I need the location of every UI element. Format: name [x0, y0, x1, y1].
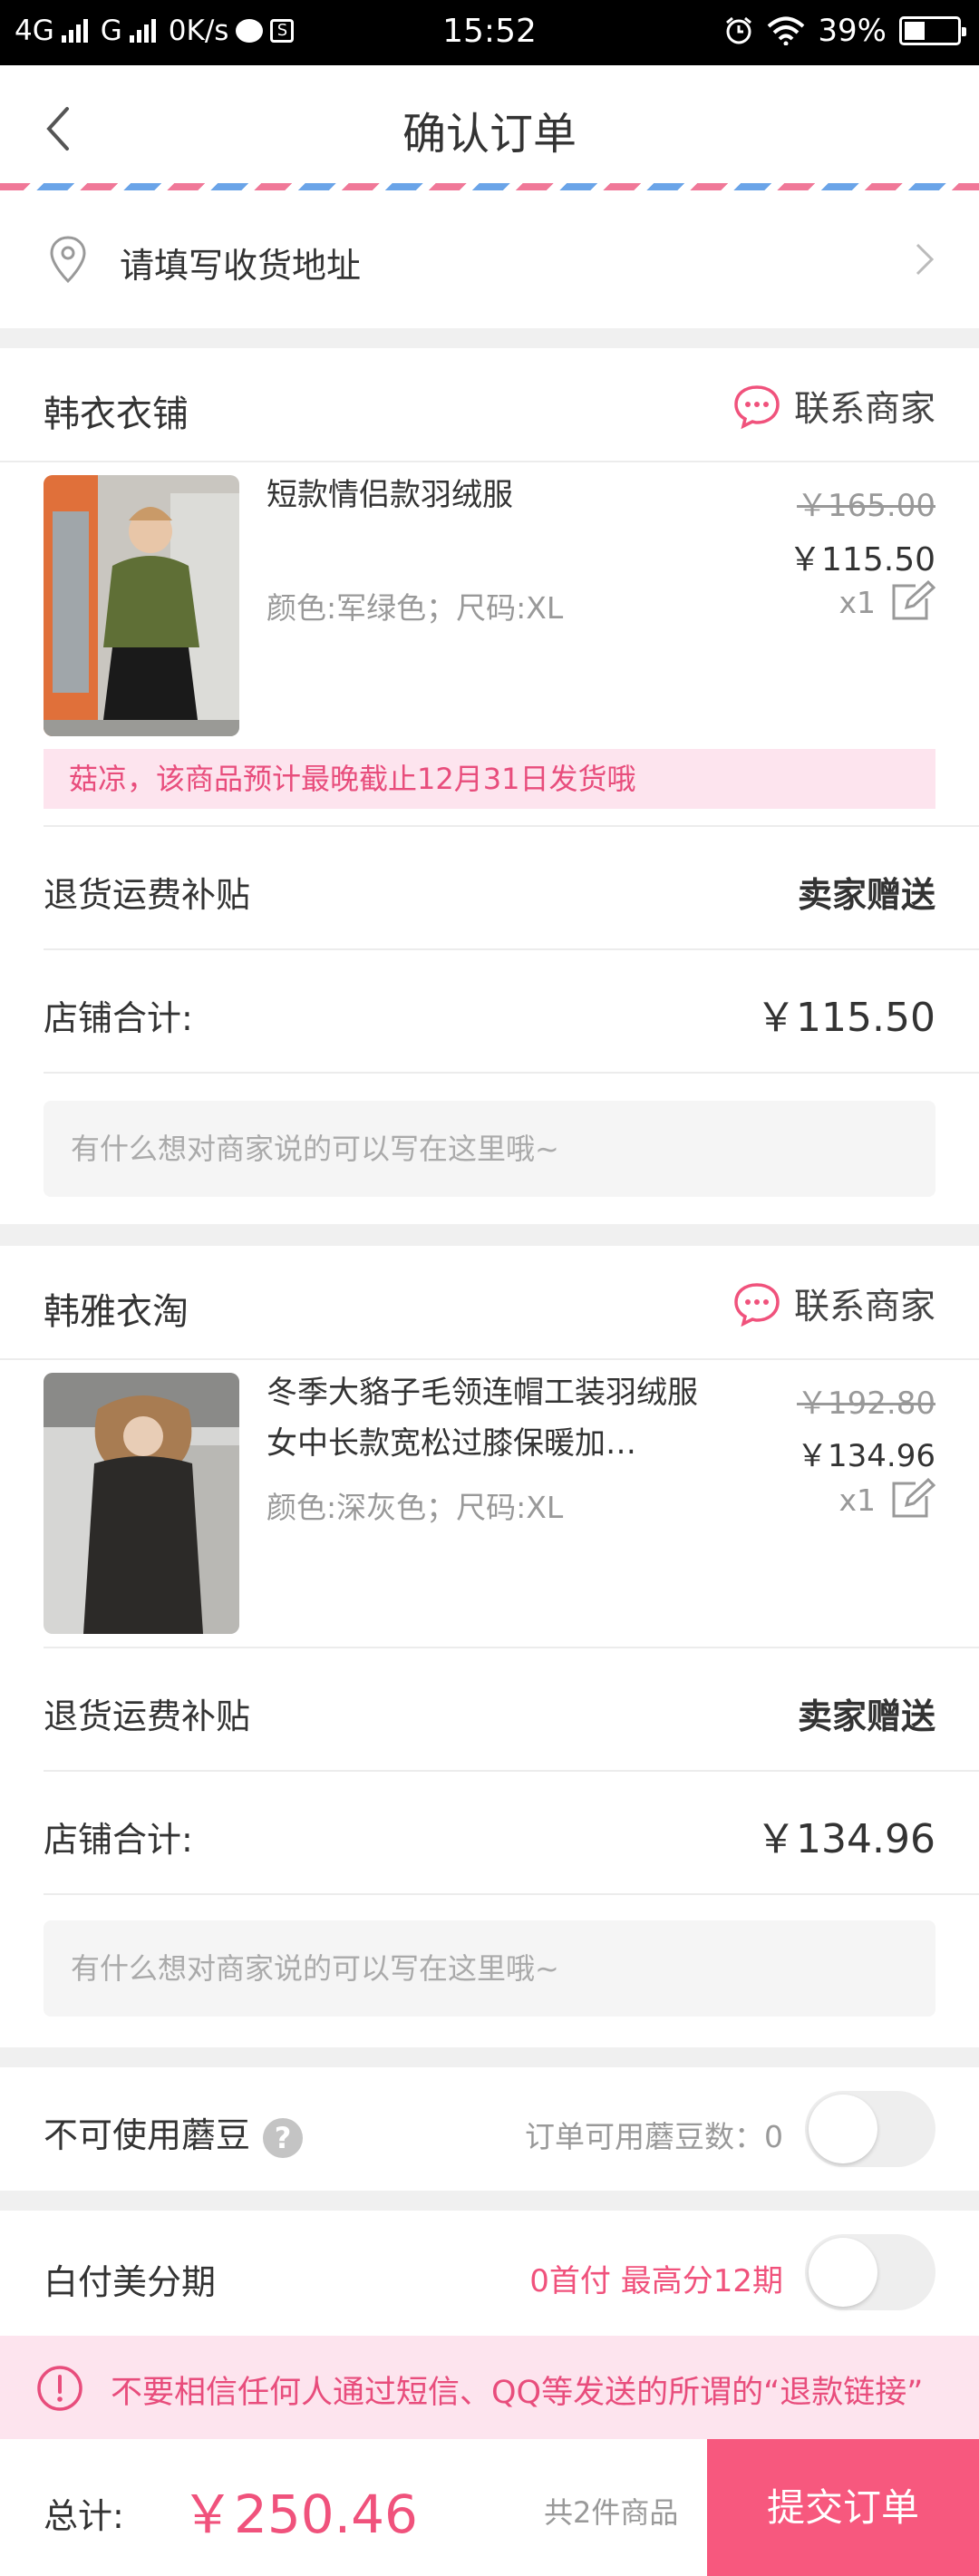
available-beans-text: 订单可用蘑豆数：0 — [525, 2119, 783, 2154]
shop-subtotal-value: ￥115.50 — [756, 995, 935, 1041]
product-name[interactable]: 冬季大貉子毛领连帽工装羽绒服女中长款宽松过膝保暖加… — [267, 1367, 702, 1469]
submit-order-button[interactable]: 提交订单 — [707, 2439, 979, 2576]
divider — [44, 1647, 979, 1648]
shop-card-1: 韩衣衣铺 联系商家 短款情侣款羽绒服 颜色:军绿色；尺码:XL ￥165.00 … — [0, 348, 979, 1224]
mogu-beans-label-wrap: 不可使用蘑豆? — [44, 2107, 304, 2158]
help-icon[interactable]: ? — [263, 2117, 304, 2158]
current-price: ￥134.96 — [797, 1438, 935, 1474]
divider — [44, 825, 979, 827]
product-name[interactable]: 短款情侣款羽绒服 — [267, 470, 702, 520]
quantity-label: x1 — [838, 1482, 876, 1518]
installment-label: 白付美分期 — [44, 2262, 217, 2302]
fraud-warning-banner: 不要相信任何人通过短信、QQ等发送的所谓的“退款链接” — [0, 2336, 979, 2439]
product-spec: 颜色:军绿色；尺码:XL — [267, 590, 564, 626]
divider — [44, 1893, 979, 1895]
battery-fill — [905, 22, 925, 40]
contact-seller-label: 联系商家 — [793, 1287, 935, 1327]
shop-card-2: 韩雅衣淘 联系商家 冬季大貉子毛领连帽工装羽绒服女中长款宽松过膝保暖加… 颜色:… — [0, 1246, 979, 2047]
mogu-beans-row: 不可使用蘑豆? 订单可用蘑豆数：0 — [0, 2067, 979, 2191]
fraud-warning-text: 不要相信任何人通过短信、QQ等发送的所谓的“退款链接” — [111, 2375, 924, 2411]
nav-bar: 确认订单 — [0, 65, 979, 190]
divider — [0, 1358, 979, 1360]
item-count: 共2件商品 — [544, 2495, 679, 2530]
shop-subtotal-value: ￥134.96 — [756, 1816, 935, 1862]
return-subsidy-value: 卖家赠送 — [797, 1696, 935, 1736]
exclamation-icon — [37, 2366, 82, 2411]
shop-subtotal-label: 店铺合计: — [44, 1820, 193, 1860]
installment-toggle[interactable] — [805, 2234, 935, 2310]
shop-name: 韩衣衣铺 — [44, 394, 189, 435]
quantity-label: x1 — [838, 584, 876, 620]
chat-icon — [734, 385, 780, 429]
total-label: 总计: — [44, 2496, 124, 2536]
original-price: ￥192.80 — [797, 1385, 935, 1422]
shop-name: 韩雅衣淘 — [44, 1291, 189, 1333]
address-row[interactable]: 请填写收货地址 — [0, 190, 979, 328]
toggle-knob — [809, 2095, 877, 2163]
checkout-footer: 总计: ￥250.46 共2件商品 提交订单 — [0, 2439, 979, 2576]
current-price: ￥115.50 — [789, 541, 935, 578]
status-bar: 4G G 0K/s S 15:52 39% — [0, 0, 979, 65]
chevron-right-icon — [916, 243, 935, 276]
edit-icon — [892, 580, 935, 620]
divider — [44, 1770, 979, 1772]
return-subsidy-label: 退货运费补贴 — [44, 1696, 251, 1736]
status-right: 39% — [723, 13, 966, 49]
mogu-beans-label: 不可使用蘑豆 — [44, 2115, 251, 2155]
mogu-beans-toggle[interactable] — [805, 2091, 935, 2167]
shop-subtotal-label: 店铺合计: — [44, 998, 193, 1038]
installment-promo: 0首付 最高分12期 — [529, 2263, 783, 2299]
divider — [44, 1072, 979, 1074]
chat-icon — [734, 1283, 780, 1327]
toggle-knob — [809, 2238, 877, 2307]
location-pin-icon — [50, 236, 86, 284]
address-placeholder: 请填写收货地址 — [120, 246, 362, 286]
return-subsidy-label: 退货运费补贴 — [44, 875, 251, 915]
shipping-notice: 菇凉，该商品预计最晚截止12月31日发货哦 — [44, 749, 935, 809]
alarm-icon — [726, 16, 752, 44]
battery-icon — [899, 16, 966, 45]
quantity-edit[interactable]: x1 — [838, 580, 935, 624]
edit-icon — [892, 1478, 935, 1518]
installment-row: 白付美分期 0首付 最高分12期 — [0, 2211, 979, 2336]
page-title: 确认订单 — [402, 109, 577, 160]
seller-memo-input[interactable]: 有什么想对商家说的可以写在这里哦~ — [44, 1920, 935, 2017]
divider — [0, 461, 979, 462]
total-amount: ￥250.46 — [181, 2484, 418, 2545]
product-photo-dark-parka — [44, 1373, 239, 1634]
contact-seller-button[interactable]: 联系商家 — [732, 1278, 935, 1329]
quantity-edit[interactable]: x1 — [838, 1478, 935, 1521]
battery-percent: 39% — [818, 13, 887, 49]
divider — [44, 948, 979, 950]
return-subsidy-value: 卖家赠送 — [797, 875, 935, 915]
contact-seller-label: 联系商家 — [793, 389, 935, 430]
airmail-border — [0, 183, 979, 190]
original-price: ￥165.00 — [797, 488, 935, 524]
product-spec: 颜色:深灰色；尺码:XL — [267, 1490, 564, 1525]
wifi-icon — [768, 16, 805, 45]
product-photo-green-jacket — [44, 475, 239, 736]
seller-memo-input[interactable]: 有什么想对商家说的可以写在这里哦~ — [44, 1101, 935, 1197]
product-image[interactable] — [44, 1373, 239, 1634]
contact-seller-button[interactable]: 联系商家 — [732, 381, 935, 432]
product-image[interactable] — [44, 475, 239, 736]
